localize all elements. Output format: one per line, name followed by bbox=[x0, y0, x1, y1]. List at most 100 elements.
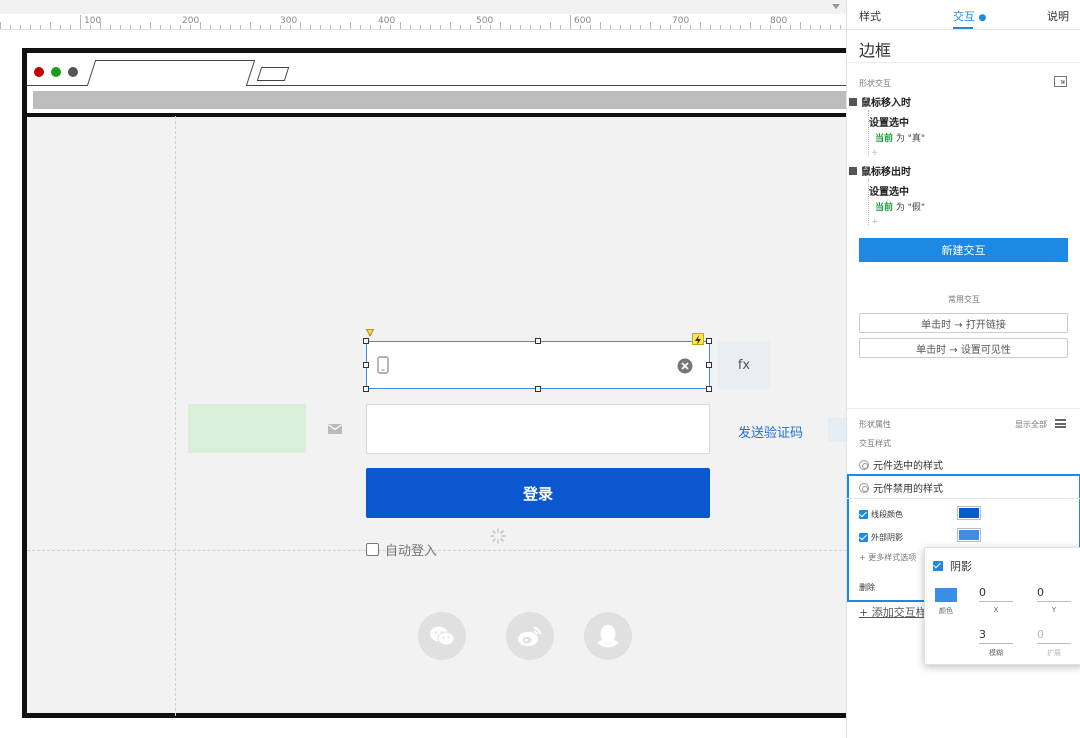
shadow-blur-input[interactable]: 3 bbox=[979, 628, 1013, 644]
ruler-tick bbox=[500, 22, 501, 29]
mail-icon bbox=[328, 424, 342, 434]
action-value: 为 "假" bbox=[893, 203, 926, 213]
widget-name[interactable]: 边框 bbox=[859, 37, 891, 61]
fx-button[interactable]: fx bbox=[718, 341, 770, 389]
ruler-tick bbox=[40, 25, 41, 29]
add-action-icon[interactable]: + bbox=[871, 217, 879, 227]
verification-code-input[interactable] bbox=[366, 404, 710, 454]
selected-style-label: 元件选中的样式 bbox=[873, 461, 943, 472]
event-mouse-leave[interactable]: 鼠标移出时 bbox=[849, 163, 911, 178]
shadow-spread-input[interactable]: 0 bbox=[1037, 628, 1071, 644]
common-set-visibility-button[interactable]: 单击时 → 设置可见性 bbox=[859, 338, 1068, 358]
more-style-options-link[interactable]: + 更多样式选项 bbox=[859, 552, 916, 563]
minimize-dot-icon bbox=[68, 67, 78, 77]
border-color-checkbox[interactable]: 线段颜色 bbox=[859, 509, 903, 520]
action-set-selected[interactable]: 设置选中 bbox=[869, 183, 909, 198]
wechat-login-button[interactable] bbox=[418, 612, 466, 660]
wechat-icon bbox=[430, 626, 455, 646]
checkbox-checked-icon[interactable] bbox=[933, 561, 943, 571]
checkbox-checked-icon[interactable] bbox=[859, 510, 868, 519]
ruler-label: 800 bbox=[770, 16, 788, 26]
ruler-tick bbox=[50, 22, 51, 29]
ruler-tick bbox=[350, 22, 351, 29]
resize-handle[interactable] bbox=[363, 338, 369, 344]
border-color-label: 线段颜色 bbox=[871, 510, 903, 519]
action-set-selected[interactable]: 设置选中 bbox=[869, 114, 909, 129]
delete-link[interactable]: 删除 bbox=[859, 582, 875, 593]
divider bbox=[847, 62, 1080, 63]
ruler-tick bbox=[710, 25, 711, 29]
tab-notes[interactable]: 说明 bbox=[1047, 8, 1069, 24]
show-all-link[interactable]: 显示全部 bbox=[1015, 419, 1047, 430]
close-dot-icon bbox=[34, 67, 44, 77]
collapse-square-icon[interactable] bbox=[849, 97, 857, 106]
ruler-label: 600 bbox=[574, 16, 592, 26]
ruler-dropdown-icon[interactable] bbox=[832, 4, 840, 9]
lightning-interaction-icon[interactable] bbox=[692, 333, 704, 345]
ruler-tick bbox=[330, 25, 331, 29]
ruler-label: 300 bbox=[280, 16, 298, 26]
action-detail[interactable]: 当前 为 "真" bbox=[875, 131, 925, 144]
common-open-link-button[interactable]: 单击时 → 打开链接 bbox=[859, 313, 1068, 333]
ruler-tick bbox=[180, 25, 181, 29]
selected-style-option[interactable]: 元件选中的样式 bbox=[859, 457, 943, 472]
ruler-tick bbox=[60, 25, 61, 29]
qq-login-button[interactable] bbox=[584, 612, 632, 660]
y-label: Y bbox=[1051, 606, 1057, 614]
rotation-marker-icon[interactable] bbox=[366, 329, 374, 337]
design-canvas[interactable]: 100 200 300 400 500 600 700 800 fx 发送验证码… bbox=[0, 0, 846, 738]
ruler-tick bbox=[260, 25, 261, 29]
collapse-square-icon[interactable] bbox=[849, 166, 857, 175]
outer-shadow-checkbox[interactable]: 外部阴影 bbox=[859, 532, 903, 543]
clear-input-icon[interactable] bbox=[677, 358, 693, 374]
resize-handle[interactable] bbox=[706, 338, 712, 344]
ruler-label: 100 bbox=[84, 16, 102, 26]
shadow-enabled-checkbox[interactable]: 阴影 bbox=[933, 558, 972, 574]
event-mouse-enter[interactable]: 鼠标移入时 bbox=[849, 94, 911, 109]
ruler-tick bbox=[360, 25, 361, 29]
qq-penguin-icon bbox=[597, 625, 619, 648]
ruler-tick bbox=[250, 22, 251, 29]
new-tab-icon bbox=[256, 67, 290, 81]
ruler-tick bbox=[210, 25, 211, 29]
resize-handle[interactable] bbox=[535, 386, 541, 392]
auto-login-checkbox[interactable]: 自动登入 bbox=[366, 540, 437, 559]
phone-input[interactable] bbox=[366, 341, 710, 389]
resize-handle[interactable] bbox=[363, 386, 369, 392]
border-color-swatch[interactable] bbox=[957, 506, 981, 520]
action-detail[interactable]: 当前 为 "假" bbox=[875, 200, 925, 213]
outer-shadow-swatch[interactable] bbox=[957, 528, 981, 542]
expand-collapse-icon[interactable] bbox=[1054, 76, 1067, 87]
shape-properties-label: 形状属性 bbox=[859, 420, 891, 429]
resize-handle[interactable] bbox=[535, 338, 541, 344]
add-action-icon[interactable]: + bbox=[871, 148, 879, 158]
tab-interactions[interactable]: 交互 ● bbox=[953, 8, 986, 24]
resize-handle[interactable] bbox=[363, 362, 369, 368]
ruler-tick bbox=[130, 25, 131, 29]
ruler-tick bbox=[30, 25, 31, 29]
ruler-tick bbox=[420, 25, 421, 29]
checkbox-icon[interactable] bbox=[366, 543, 379, 556]
ruler-tick bbox=[200, 22, 201, 29]
resize-handle[interactable] bbox=[706, 386, 712, 392]
ruler-label: 700 bbox=[672, 16, 690, 26]
shadow-y-input[interactable]: 0 bbox=[1037, 586, 1071, 602]
ruler-tick bbox=[820, 25, 821, 29]
browser-chrome bbox=[27, 53, 846, 117]
ruler-tick bbox=[650, 22, 651, 29]
target-widget: 当前 bbox=[875, 134, 894, 144]
address-bar bbox=[33, 91, 846, 109]
shadow-color-swatch[interactable] bbox=[935, 588, 957, 602]
new-interaction-button[interactable]: 新建交互 bbox=[859, 238, 1068, 262]
weibo-login-button[interactable] bbox=[506, 612, 554, 660]
ruler-tick bbox=[170, 25, 171, 29]
login-button[interactable]: 登录 bbox=[366, 468, 710, 518]
menu-icon[interactable] bbox=[1055, 419, 1066, 428]
resize-handle[interactable] bbox=[706, 362, 712, 368]
send-code-button-edge[interactable] bbox=[828, 418, 846, 442]
checkbox-checked-icon[interactable] bbox=[859, 533, 868, 542]
disabled-style-option[interactable]: 元件禁用的样式 bbox=[859, 480, 943, 495]
send-code-link[interactable]: 发送验证码 bbox=[738, 422, 803, 441]
tab-style[interactable]: 样式 bbox=[859, 8, 881, 24]
shadow-x-input[interactable]: 0 bbox=[979, 586, 1013, 602]
